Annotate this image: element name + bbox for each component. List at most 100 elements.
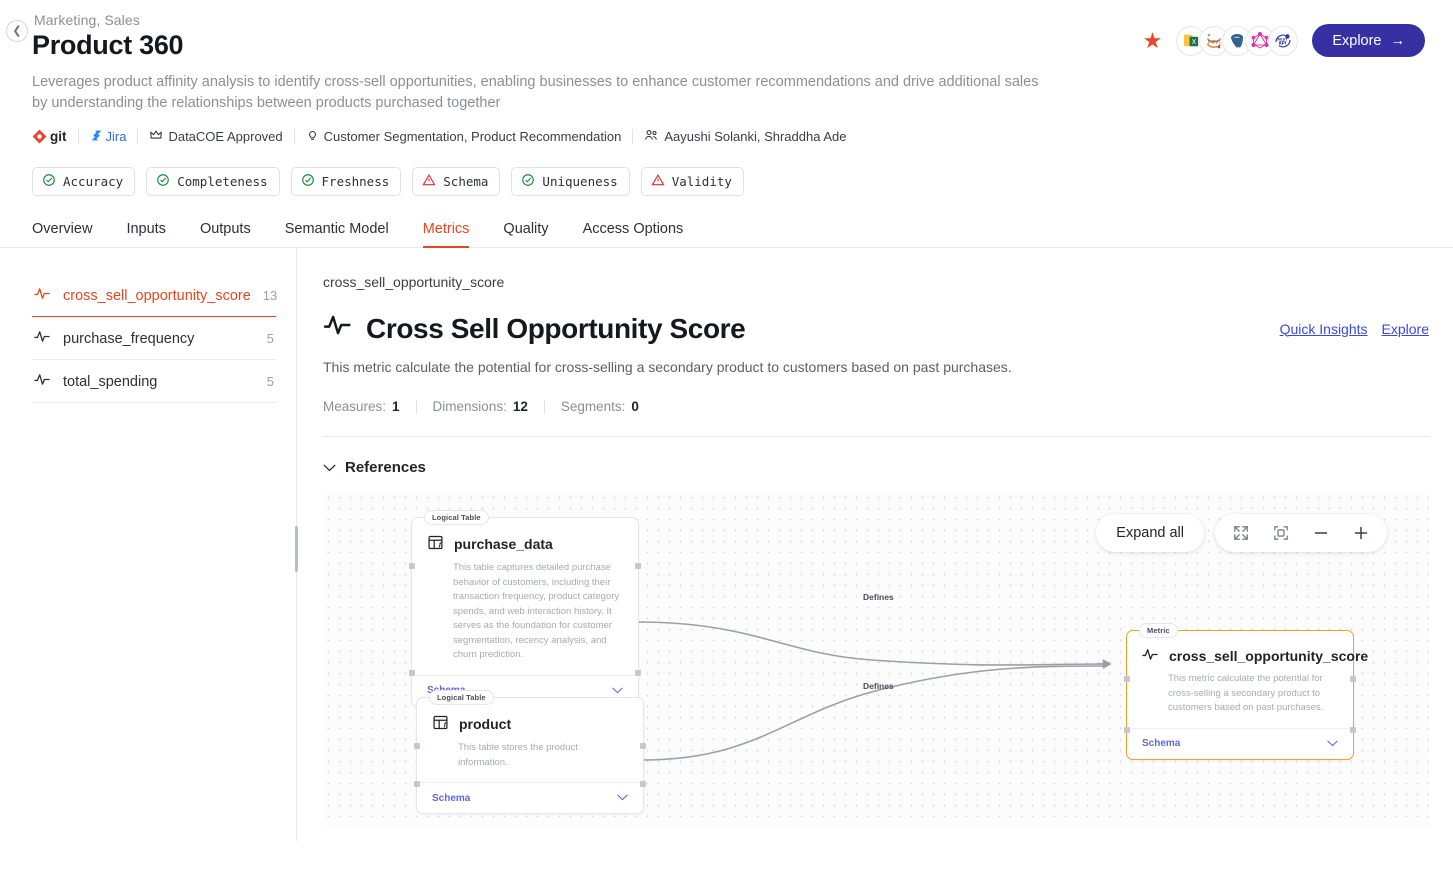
graph-zoom-controls [1215,514,1387,552]
zoom-in-icon[interactable] [1343,518,1379,548]
sidebar-item-purchase-frequency[interactable]: purchase_frequency 5 [32,317,276,360]
activity-pulse-icon [34,286,51,305]
sidebar-item-total-spending[interactable]: total_spending 5 [32,360,276,403]
node-schema-label: Schema [432,792,471,804]
node-description: This table captures detailed purchase be… [453,562,620,660]
chevron-down-icon[interactable] [612,685,623,697]
graph-node-product[interactable]: Logical Table f product This table store… [414,690,646,814]
graph-node-cross-sell-opportunity-score[interactable]: Metric cross_sell_opportunity_score This… [1124,623,1368,760]
tab-access-options[interactable]: Access Options [566,221,701,248]
status-badge-label: Accuracy [63,174,124,189]
node-schema-row[interactable]: Schema [1127,727,1353,759]
node-port-right [635,563,641,569]
node-port-left-bottom [414,781,420,787]
tab-inputs[interactable]: Inputs [109,221,183,248]
arrow-right-icon: → [1390,32,1406,49]
metadata-row: git Jira DataCOE Approved Customer Segme… [32,128,1421,145]
rest-api-icon[interactable]: REST API [1268,25,1299,56]
node-title-row: f purchase_data [427,534,623,554]
tab-metrics[interactable]: Metrics [406,221,487,248]
explore-link[interactable]: Explore [1382,321,1429,337]
stat-value: 0 [631,399,639,414]
node-port-left-bottom [1124,726,1130,733]
graph-node-purchase-data[interactable]: Logical Table f purchase_data This table… [409,510,641,707]
meta-label-git: git [50,129,67,144]
node-port-right-bottom [640,781,646,787]
stat-label: Segments: [560,399,626,414]
page-body: cross_sell_opportunity_score 13 purchase… [0,248,1453,841]
quick-insights-link[interactable]: Quick Insights [1280,321,1368,337]
chevron-down-icon [323,459,336,476]
node-port-right-bottom [1350,726,1356,733]
metric-detail-panel: cross_sell_opportunity_score Cross Sell … [297,248,1453,841]
chevron-down-icon[interactable] [617,792,628,804]
fullscreen-icon[interactable] [1223,518,1259,548]
chevron-left-icon: ❮ [12,24,22,37]
status-badge[interactable]: Freshness [290,167,402,196]
divider [323,436,1429,437]
tab-overview[interactable]: Overview [32,221,109,248]
svg-text:jupyt: jupyt [1207,39,1221,45]
tab-quality[interactable]: Quality [486,221,565,248]
references-section-header[interactable]: References [323,459,1429,476]
back-button[interactable]: ❮ [6,20,28,42]
meta-label-usecases: Customer Segmentation, Product Recommend… [323,129,622,144]
node-port-right-bottom [635,669,641,676]
meta-item-owners: Aayushi Solanki, Shraddha Ade [633,128,857,145]
sidebar-item-count: 5 [266,331,274,346]
tab-outputs[interactable]: Outputs [183,221,268,248]
node-body: f product This table stores the product … [417,698,643,770]
metric-slug: cross_sell_opportunity_score [323,274,505,290]
node-port-left-bottom [409,669,415,676]
check-circle-icon [42,173,56,190]
node-port-left [414,743,420,749]
node-title: product [459,716,512,732]
meta-label-jira: Jira [105,129,127,144]
activity-pulse-icon [34,372,51,391]
status-badge[interactable]: Completeness [146,167,280,196]
node-type-tag: Logical Table [424,510,489,525]
tab-bar: Overview Inputs Outputs Semantic Model M… [0,220,1453,248]
meta-item-git[interactable]: git [32,129,78,144]
metrics-sidebar: cross_sell_opportunity_score 13 purchase… [0,248,298,841]
status-badge[interactable]: Accuracy [32,167,136,196]
node-schema-label: Schema [1142,738,1181,749]
meta-item-jira[interactable]: Jira [79,129,138,145]
references-label: References [345,459,426,476]
chevron-down-icon[interactable] [1327,738,1338,750]
users-icon [644,128,659,145]
metric-title: Cross Sell Opportunity Score [366,312,746,344]
activity-pulse-icon [34,329,51,348]
header-actions: ★ X jupyt REST API Explore → [1143,24,1425,57]
status-badge[interactable]: Validity [640,167,744,196]
fit-to-view-icon[interactable] [1263,518,1299,548]
lineage-graph-canvas[interactable]: Expand all Defines Defines Logical Table… [323,492,1429,827]
status-badge-label: Completeness [177,174,268,189]
expand-all-button[interactable]: Expand all [1096,514,1204,552]
stat-value: 12 [512,399,528,414]
page-header: ❮ Marketing, Sales Product 360 Leverages… [0,0,1453,196]
status-badge[interactable]: Uniqueness [511,167,630,196]
star-icon[interactable]: ★ [1143,29,1163,52]
status-badge-label: Uniqueness [542,174,618,189]
sidebar-item-cross-sell-opportunity-score[interactable]: cross_sell_opportunity_score 13 [32,274,277,317]
sidebar-item-label: total_spending [63,373,158,390]
metric-actions: Quick Insights Explore [1280,321,1429,337]
zoom-out-icon[interactable] [1303,518,1339,548]
meta-item-datacoe: DataCOE Approved [138,128,293,145]
node-description: This metric calculate the potential for … [1168,673,1324,713]
stat-value: 1 [392,399,400,414]
crown-icon [149,128,163,145]
sidebar-item-label: purchase_frequency [63,330,195,347]
status-badge[interactable]: Schema [412,167,501,196]
status-badge-label: Validity [671,174,732,189]
warning-triangle-icon [651,173,665,190]
bulb-icon [306,128,319,145]
metric-title-group: Cross Sell Opportunity Score [323,312,746,345]
meta-item-usecases: Customer Segmentation, Product Recommend… [295,128,633,145]
node-description: This table stores the product informatio… [458,742,578,768]
tab-semantic-model[interactable]: Semantic Model [268,221,406,248]
explore-button[interactable]: Explore → [1312,24,1425,57]
node-schema-row[interactable]: Schema [417,782,643,813]
node-port-right [1350,676,1356,682]
